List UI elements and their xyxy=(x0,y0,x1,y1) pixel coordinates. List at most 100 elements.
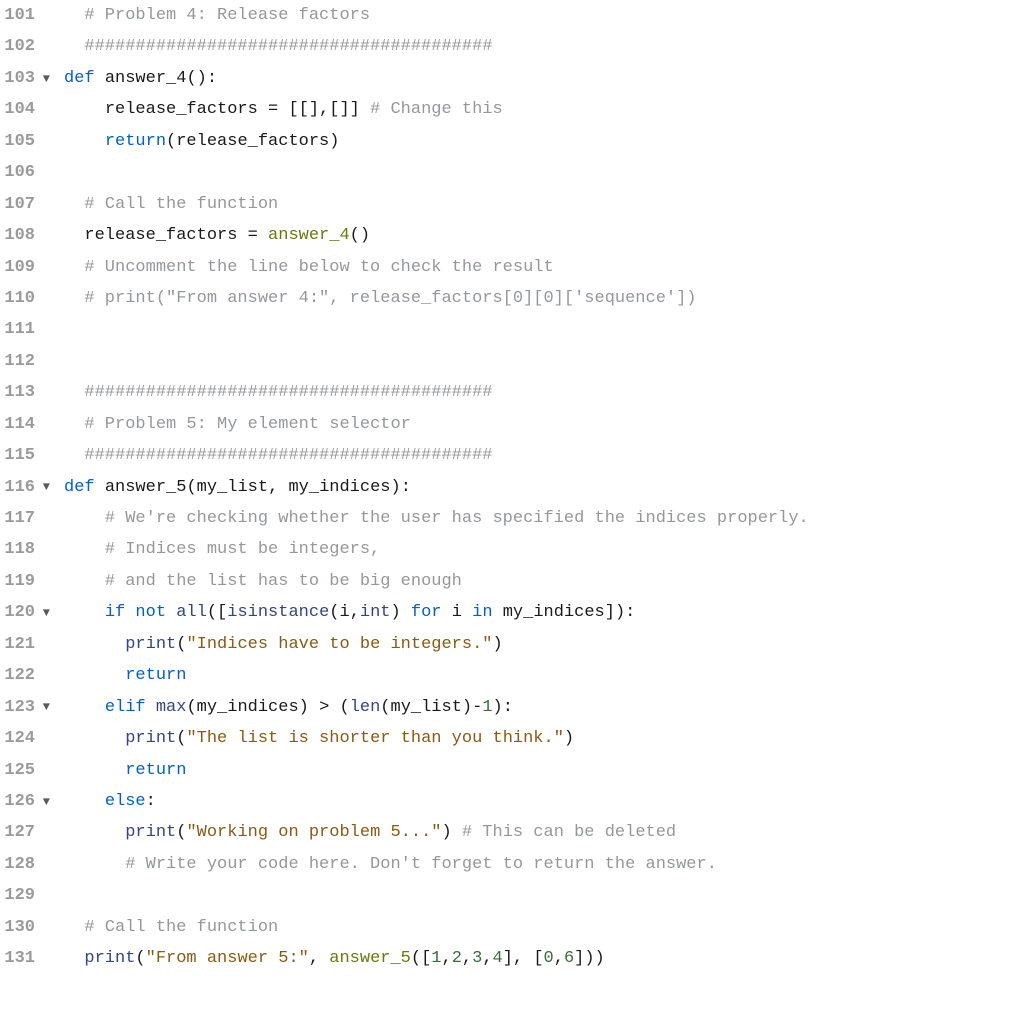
code-token: "Indices have to be integers." xyxy=(186,629,492,660)
code-line[interactable]: elif max(my_indices) > (len(my_list)-1): xyxy=(64,692,1019,723)
code-token: "The list is shorter than you think." xyxy=(186,723,563,754)
code-line[interactable]: # Problem 4: Release factors xyxy=(64,0,1019,31)
code-token: ######################################## xyxy=(84,440,492,471)
code-line[interactable]: # Call the function xyxy=(64,189,1019,220)
code-token: > xyxy=(319,692,329,723)
code-token: not xyxy=(135,597,166,628)
code-token: # Write your code here. Don't forget to … xyxy=(125,849,717,880)
code-line[interactable]: # Write your code here. Don't forget to … xyxy=(64,849,1019,880)
code-line[interactable]: else: xyxy=(64,786,1019,817)
code-token: # Problem 5: My element selector xyxy=(84,409,410,440)
code-token: all xyxy=(176,597,207,628)
code-token: , xyxy=(309,943,319,974)
code-token: for xyxy=(411,597,442,628)
code-line[interactable]: def answer_5(my_list, my_indices): xyxy=(64,472,1019,503)
fold-marker-icon[interactable]: ▼ xyxy=(38,476,50,498)
code-token: # This can be deleted xyxy=(462,817,676,848)
code-token xyxy=(64,440,84,471)
code-line[interactable]: release_factors = [[],[]] # Change this xyxy=(64,94,1019,125)
code-line[interactable]: # Call the function xyxy=(64,912,1019,943)
code-line[interactable]: if not all([isinstance(i,int) for i in m… xyxy=(64,597,1019,628)
code-line[interactable]: ######################################## xyxy=(64,440,1019,471)
code-line[interactable]: ######################################## xyxy=(64,31,1019,62)
code-line[interactable]: print("The list is shorter than you thin… xyxy=(64,723,1019,754)
code-line[interactable] xyxy=(64,346,1019,377)
fold-marker-icon[interactable]: ▼ xyxy=(38,791,50,813)
code-token: return xyxy=(125,755,186,786)
code-token: else xyxy=(105,786,146,817)
line-number: 129 xyxy=(0,880,50,911)
code-area[interactable]: # Problem 4: Release factors ###########… xyxy=(56,0,1019,975)
code-token xyxy=(237,220,247,251)
code-line[interactable]: return xyxy=(64,660,1019,691)
code-token xyxy=(64,660,125,691)
code-token: # Call the function xyxy=(84,189,278,220)
code-token: = xyxy=(268,94,278,125)
code-line[interactable] xyxy=(64,880,1019,911)
fold-marker-icon[interactable]: ▼ xyxy=(38,68,50,90)
code-token: def xyxy=(64,472,95,503)
code-line[interactable]: # We're checking whether the user has sp… xyxy=(64,503,1019,534)
code-token xyxy=(258,220,268,251)
code-token xyxy=(64,534,105,565)
code-token xyxy=(64,692,105,723)
line-number: 103▼ xyxy=(0,63,50,94)
line-number: 119 xyxy=(0,566,50,597)
code-line[interactable]: # Problem 5: My element selector xyxy=(64,409,1019,440)
code-token: # Call the function xyxy=(84,912,278,943)
code-line[interactable]: # print("From answer 4:", release_factor… xyxy=(64,283,1019,314)
code-token xyxy=(64,377,84,408)
code-line[interactable]: release_factors = answer_4() xyxy=(64,220,1019,251)
fold-marker-icon[interactable]: ▼ xyxy=(38,602,50,624)
line-number: 127 xyxy=(0,817,50,848)
code-editor[interactable]: 101102103▼104105106107108109110111112113… xyxy=(0,0,1019,975)
code-token: () xyxy=(350,220,370,251)
code-line[interactable]: ######################################## xyxy=(64,377,1019,408)
line-number: 117 xyxy=(0,503,50,534)
code-token xyxy=(64,566,105,597)
code-token xyxy=(64,723,125,754)
code-line[interactable]: print("From answer 5:", answer_5([1,2,3,… xyxy=(64,943,1019,974)
code-token xyxy=(64,94,105,125)
line-number: 115 xyxy=(0,440,50,471)
code-token xyxy=(64,126,105,157)
code-token: = xyxy=(248,220,258,251)
code-token: answer_4 xyxy=(105,63,187,94)
code-line[interactable]: # Indices must be integers, xyxy=(64,534,1019,565)
code-token: len xyxy=(350,692,381,723)
line-number-text: 103 xyxy=(4,63,35,94)
code-token: release_factors xyxy=(84,220,237,251)
fold-marker-icon[interactable]: ▼ xyxy=(38,696,50,718)
code-token: print xyxy=(84,943,135,974)
code-token: ]): xyxy=(605,597,636,628)
code-line[interactable]: return(release_factors) xyxy=(64,126,1019,157)
code-line[interactable]: # and the list has to be big enough xyxy=(64,566,1019,597)
code-token xyxy=(64,252,84,283)
code-token: ######################################## xyxy=(84,377,492,408)
code-line[interactable]: print("Working on problem 5...") # This … xyxy=(64,817,1019,848)
line-number: 120▼ xyxy=(0,597,50,628)
code-token: 6 xyxy=(564,943,574,974)
line-number: 113 xyxy=(0,377,50,408)
line-number: 109 xyxy=(0,252,50,283)
code-line[interactable]: print("Indices have to be integers.") xyxy=(64,629,1019,660)
code-token xyxy=(95,472,105,503)
line-number: 104 xyxy=(0,94,50,125)
line-number-text: 130 xyxy=(4,912,35,943)
code-line[interactable] xyxy=(64,157,1019,188)
code-line[interactable] xyxy=(64,314,1019,345)
line-number-text: 106 xyxy=(4,157,35,188)
line-number: 121 xyxy=(0,629,50,660)
code-line[interactable]: return xyxy=(64,755,1019,786)
line-number: 111 xyxy=(0,314,50,345)
code-token xyxy=(64,597,105,628)
code-line[interactable]: # Uncomment the line below to check the … xyxy=(64,252,1019,283)
line-number: 112 xyxy=(0,346,50,377)
code-line[interactable]: def answer_4(): xyxy=(64,63,1019,94)
code-token: "Working on problem 5..." xyxy=(186,817,441,848)
code-token: ): xyxy=(391,472,411,503)
line-number-text: 128 xyxy=(4,849,35,880)
code-token: elif xyxy=(105,692,146,723)
code-token: ], xyxy=(503,943,523,974)
code-token xyxy=(278,472,288,503)
